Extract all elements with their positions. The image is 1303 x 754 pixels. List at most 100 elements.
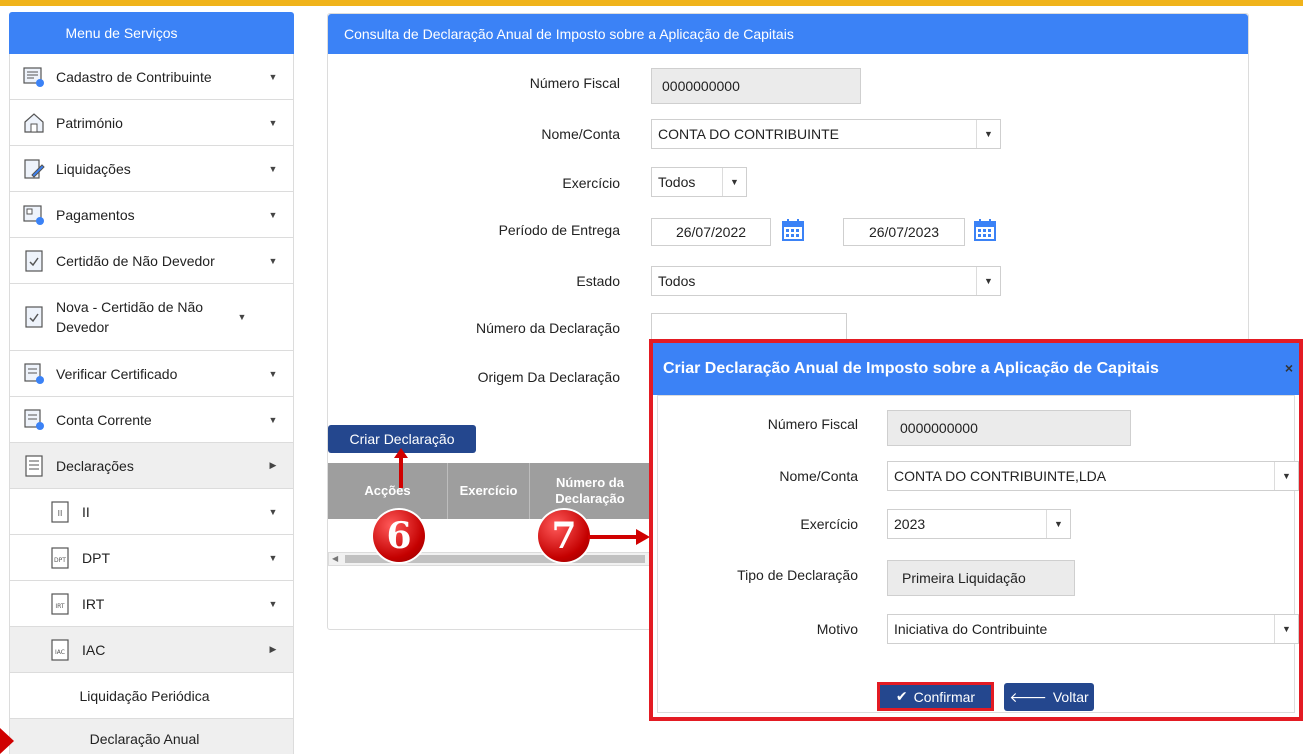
chevron-down-icon: ▼ xyxy=(268,209,278,220)
sidebar-item-label: Liquidação Periódica xyxy=(79,687,210,704)
sidebar-subitem-iac[interactable]: IAC IAC ▶ xyxy=(9,627,294,673)
sidebar-item-label: IAC xyxy=(82,641,106,658)
close-icon[interactable]: × xyxy=(1285,360,1293,376)
sidebar-item-certidao[interactable]: Certidão de Não Devedor ▼ xyxy=(9,238,294,284)
sidebar-item-conta-corrente[interactable]: Conta Corrente ▼ xyxy=(9,397,294,443)
chevron-right-icon: ▶ xyxy=(269,644,277,654)
sidebar-item-patrimonio[interactable]: Património ▼ xyxy=(9,100,294,146)
taxpayer-register-icon xyxy=(23,66,44,87)
iac-document-icon: IAC xyxy=(51,638,69,661)
numero-fiscal-value: 0000000000 xyxy=(662,78,740,94)
step7-arrow-icon xyxy=(588,529,650,545)
modal-exercicio-select[interactable]: 2023 ▼ xyxy=(887,509,1071,539)
certificate-icon xyxy=(25,306,43,328)
sidebar-item-label: Verificar Certificado xyxy=(56,365,178,382)
exercicio-select[interactable]: Todos ▼ xyxy=(651,167,747,197)
modal-nome-conta-value: CONTA DO CONTRIBUINTE,LDA xyxy=(894,468,1107,484)
voltar-label: Voltar xyxy=(1052,689,1089,705)
chevron-down-icon: ▼ xyxy=(976,120,1000,148)
modal-title: Criar Declaração Anual de Imposto sobre … xyxy=(663,360,1159,377)
chevron-down-icon: ▼ xyxy=(268,598,278,609)
sidebar-item-label: II xyxy=(82,503,90,520)
sidebar-subitem-ii[interactable]: II II ▼ xyxy=(9,489,294,535)
estado-value: Todos xyxy=(658,273,696,289)
sidebar-item-pagamentos[interactable]: Pagamentos ▼ xyxy=(9,192,294,238)
modal-tipo-label: Tipo de Declaração xyxy=(737,567,858,583)
sidebar-item-label: Declarações xyxy=(56,457,134,474)
top-accent-bar xyxy=(0,0,1303,6)
panel-title: Consulta de Declaração Anual de Imposto … xyxy=(328,14,1248,54)
numero-fiscal-label: Número Fiscal xyxy=(529,75,620,91)
account-icon xyxy=(24,408,44,430)
nome-conta-label: Nome/Conta xyxy=(541,126,620,142)
estado-select[interactable]: Todos ▼ xyxy=(651,266,1001,296)
sidebar-item-label: Cadastro de Contribuinte xyxy=(56,68,212,85)
sidebar-item-liquidacoes[interactable]: Liquidações ▼ xyxy=(9,146,294,192)
chevron-down-icon: ▼ xyxy=(268,368,278,379)
step6-badge: 6 xyxy=(373,510,425,562)
sidebar-item-label: DPT xyxy=(82,549,110,566)
sidebar-subitem-irt[interactable]: IRT IRT ▼ xyxy=(9,581,294,627)
periodo-inicio-input[interactable]: 26/07/2022 xyxy=(651,218,771,246)
sidebar-item-label: Nova - Certidão de Não Devedor xyxy=(56,299,204,335)
col-exercicio: Exercício xyxy=(448,463,530,519)
voltar-button[interactable]: 🡐 Voltar xyxy=(1004,683,1094,711)
ii-document-icon: II xyxy=(51,500,69,523)
calendar-icon[interactable] xyxy=(781,218,805,242)
numero-declaracao-label: Número da Declaração xyxy=(476,320,620,336)
periodo-fim-input[interactable]: 26/07/2023 xyxy=(843,218,965,246)
sidebar-item-label: Declaração Anual xyxy=(89,730,200,747)
step7-badge: 7 xyxy=(538,510,590,562)
modal-nome-conta-select[interactable]: CONTA DO CONTRIBUINTE,LDA ▼ xyxy=(887,461,1299,491)
sidebar-item-verificar[interactable]: Verificar Certificado ▼ xyxy=(9,351,294,397)
chevron-right-icon: ▶ xyxy=(269,460,277,470)
sidebar-leaf-liquidacao-periodica[interactable]: Liquidação Periódica xyxy=(9,673,294,719)
modal-numero-fiscal-field: 0000000000 xyxy=(887,410,1131,446)
chevron-down-icon: ▼ xyxy=(268,414,278,425)
arrow-left-icon: 🡐 xyxy=(1009,688,1047,705)
modal-tipo-field: Primeira Liquidação xyxy=(887,560,1075,596)
svg-text:IAC: IAC xyxy=(55,649,65,656)
sidebar-item-label: Certidão de Não Devedor xyxy=(56,252,215,269)
scroll-left-icon[interactable]: ◀ xyxy=(332,553,338,565)
modal-header: Criar Declaração Anual de Imposto sobre … xyxy=(653,343,1299,395)
nome-conta-select[interactable]: CONTA DO CONTRIBUINTE ▼ xyxy=(651,119,1001,149)
sidebar-item-nova-certidao[interactable]: Nova - Certidão de Não Devedor ▼ xyxy=(9,284,294,351)
numero-fiscal-field: 0000000000 xyxy=(651,68,861,104)
sidebar-item-label: Liquidações xyxy=(56,160,131,177)
confirmar-label: Confirmar xyxy=(913,688,976,705)
confirmar-button[interactable]: ✔ Confirmar xyxy=(877,682,994,711)
chevron-down-icon: ▼ xyxy=(268,71,278,82)
chevron-down-icon: ▼ xyxy=(237,312,247,322)
step6-arrow-icon xyxy=(394,448,408,488)
sidebar-item-label: Conta Corrente xyxy=(56,411,152,428)
declarations-table-header: Acções Exercício Número da Declaração xyxy=(328,463,650,519)
sidebar-leaf-declaracao-anual[interactable]: Declaração Anual xyxy=(9,719,294,754)
chevron-down-icon: ▼ xyxy=(1046,510,1070,538)
sidebar-subitem-dpt[interactable]: DPT DPT ▼ xyxy=(9,535,294,581)
svg-text:IRT: IRT xyxy=(55,603,65,610)
sidebar-item-label: Património xyxy=(56,114,123,131)
modal-motivo-select[interactable]: Iniciativa do Contribuinte ▼ xyxy=(887,614,1299,644)
modal-numero-fiscal-label: Número Fiscal xyxy=(767,416,858,432)
criar-declaracao-modal: Criar Declaração Anual de Imposto sobre … xyxy=(649,339,1303,721)
svg-text:II: II xyxy=(58,509,63,518)
services-menu: Menu de Serviços Cadastro de Contribuint… xyxy=(9,12,294,754)
exercicio-value: Todos xyxy=(658,174,696,190)
chevron-down-icon: ▼ xyxy=(1274,462,1298,490)
sidebar-item-cadastro[interactable]: Cadastro de Contribuinte ▼ xyxy=(9,54,294,100)
table-horizontal-scrollbar[interactable]: ◀ xyxy=(328,552,650,566)
modal-body: Número Fiscal 0000000000 Nome/Conta CONT… xyxy=(657,395,1299,713)
chevron-down-icon: ▼ xyxy=(268,117,278,128)
estado-label: Estado xyxy=(576,273,620,289)
sidebar-item-label: IRT xyxy=(82,595,105,612)
chevron-down-icon: ▼ xyxy=(722,168,746,196)
sidebar-item-declaracoes[interactable]: Declarações ▶ xyxy=(9,443,294,489)
check-icon: ✔ xyxy=(895,688,908,704)
modal-exercicio-label: Exercício xyxy=(800,516,858,532)
sidebar-item-label: Pagamentos xyxy=(56,206,135,223)
payment-icon xyxy=(23,204,44,225)
calendar-icon[interactable] xyxy=(973,218,997,242)
modal-motivo-value: Iniciativa do Contribuinte xyxy=(894,621,1048,637)
modal-motivo-label: Motivo xyxy=(816,621,858,637)
